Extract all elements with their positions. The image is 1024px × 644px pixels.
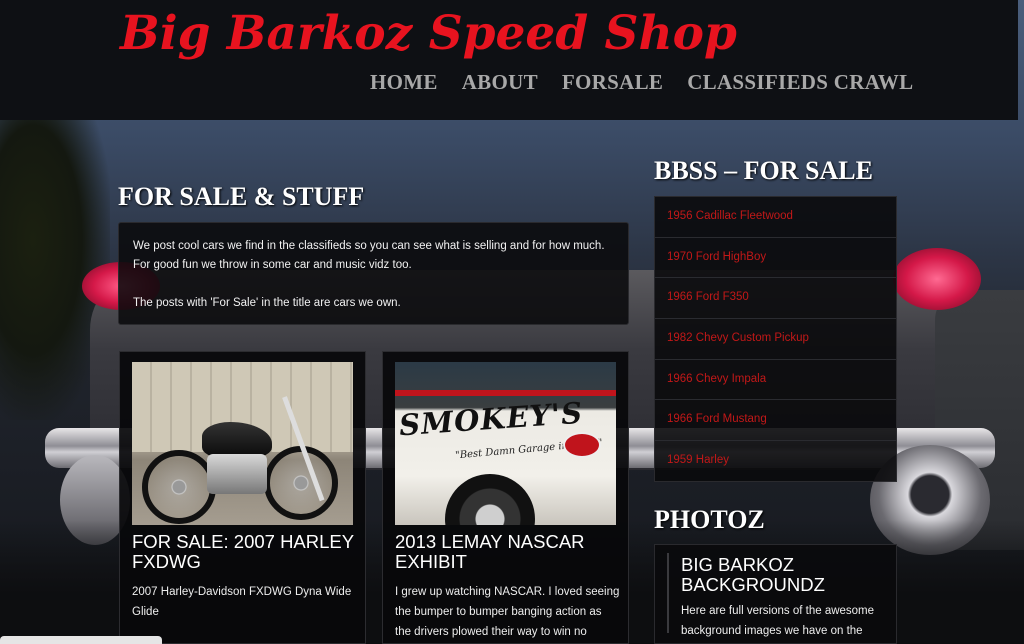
- forsale-item-highboy[interactable]: 1970 Ford HighBoy: [655, 238, 896, 279]
- post-thumbnail-harley[interactable]: [132, 362, 353, 525]
- post-excerpt: 2007 Harley-Davidson FXDWG Dyna Wide Gli…: [132, 586, 352, 618]
- nav-classifieds-crawl[interactable]: CLASSIFIEDS CRAWL: [687, 70, 913, 95]
- tail-light-right: [893, 248, 981, 310]
- forsale-item-impala[interactable]: 1966 Chevy Impala: [655, 360, 896, 401]
- main-nav: HOME ABOUT FORSALE CLASSIFIEDS CRAWL: [370, 70, 913, 95]
- intro-box: We post cool cars we find in the classif…: [118, 222, 629, 325]
- forsale-item-cadillac[interactable]: 1956 Cadillac Fleetwood: [655, 197, 896, 238]
- engine: [207, 454, 267, 494]
- smokeys-sign: SMOKEY'S: [398, 395, 585, 443]
- bottom-tab[interactable]: [0, 636, 162, 644]
- forsale-item-harley[interactable]: 1959 Harley: [655, 441, 896, 482]
- nav-home[interactable]: HOME: [370, 70, 438, 95]
- forsale-item-mustang[interactable]: 1966 Ford Mustang: [655, 400, 896, 442]
- divider: [667, 553, 669, 633]
- photoz-post-title[interactable]: BIG BARKOZ BACKGROUNDZ: [681, 555, 891, 595]
- nav-about[interactable]: ABOUT: [462, 70, 538, 95]
- intro-paragraph: We post cool cars we find in the classif…: [133, 240, 605, 271]
- front-wheel: [264, 446, 338, 520]
- site-title[interactable]: Big Barkoz Speed Shop: [120, 6, 737, 61]
- forsale-item-chevy-pickup[interactable]: 1982 Chevy Custom Pickup: [655, 319, 896, 360]
- forsale-list: 1956 Cadillac Fleetwood 1970 Ford HighBo…: [654, 196, 897, 482]
- post-title[interactable]: 2013 LEMAY NASCAR EXHIBIT: [395, 532, 620, 572]
- post-card[interactable]: SMOKEY'S "Best Damn Garage in Town" 2013…: [382, 351, 629, 644]
- sidebar-forsale-heading: BBSS – FOR SALE: [654, 156, 873, 185]
- post-excerpt: I grew up watching NASCAR. I loved seein…: [395, 586, 620, 638]
- rear-wheel: [142, 450, 216, 524]
- page-heading: FOR SALE & STUFF: [118, 182, 365, 211]
- red-stripe: [395, 390, 616, 396]
- photoz-excerpt: Here are full versions of the awesome ba…: [681, 605, 875, 637]
- post-title[interactable]: FOR SALE: 2007 HARLEY FXDWG: [132, 532, 357, 572]
- tyre: [445, 474, 535, 525]
- post-thumbnail-smokeys[interactable]: SMOKEY'S "Best Damn Garage in Town": [395, 362, 616, 525]
- sidebar-photoz-heading: PHOTOZ: [654, 505, 765, 534]
- post-card[interactable]: FOR SALE: 2007 HARLEY FXDWG 2007 Harley-…: [119, 351, 366, 644]
- red-badge: [563, 432, 601, 458]
- site-header: Big Barkoz Speed Shop HOME ABOUT FORSALE…: [0, 0, 1018, 120]
- forsale-item-f350[interactable]: 1966 Ford F350: [655, 278, 896, 320]
- intro-note: The posts with 'For Sale' in the title a…: [133, 297, 401, 309]
- photoz-widget: BIG BARKOZ BACKGROUNDZ Here are full ver…: [654, 544, 897, 644]
- nav-forsale[interactable]: FORSALE: [562, 70, 663, 95]
